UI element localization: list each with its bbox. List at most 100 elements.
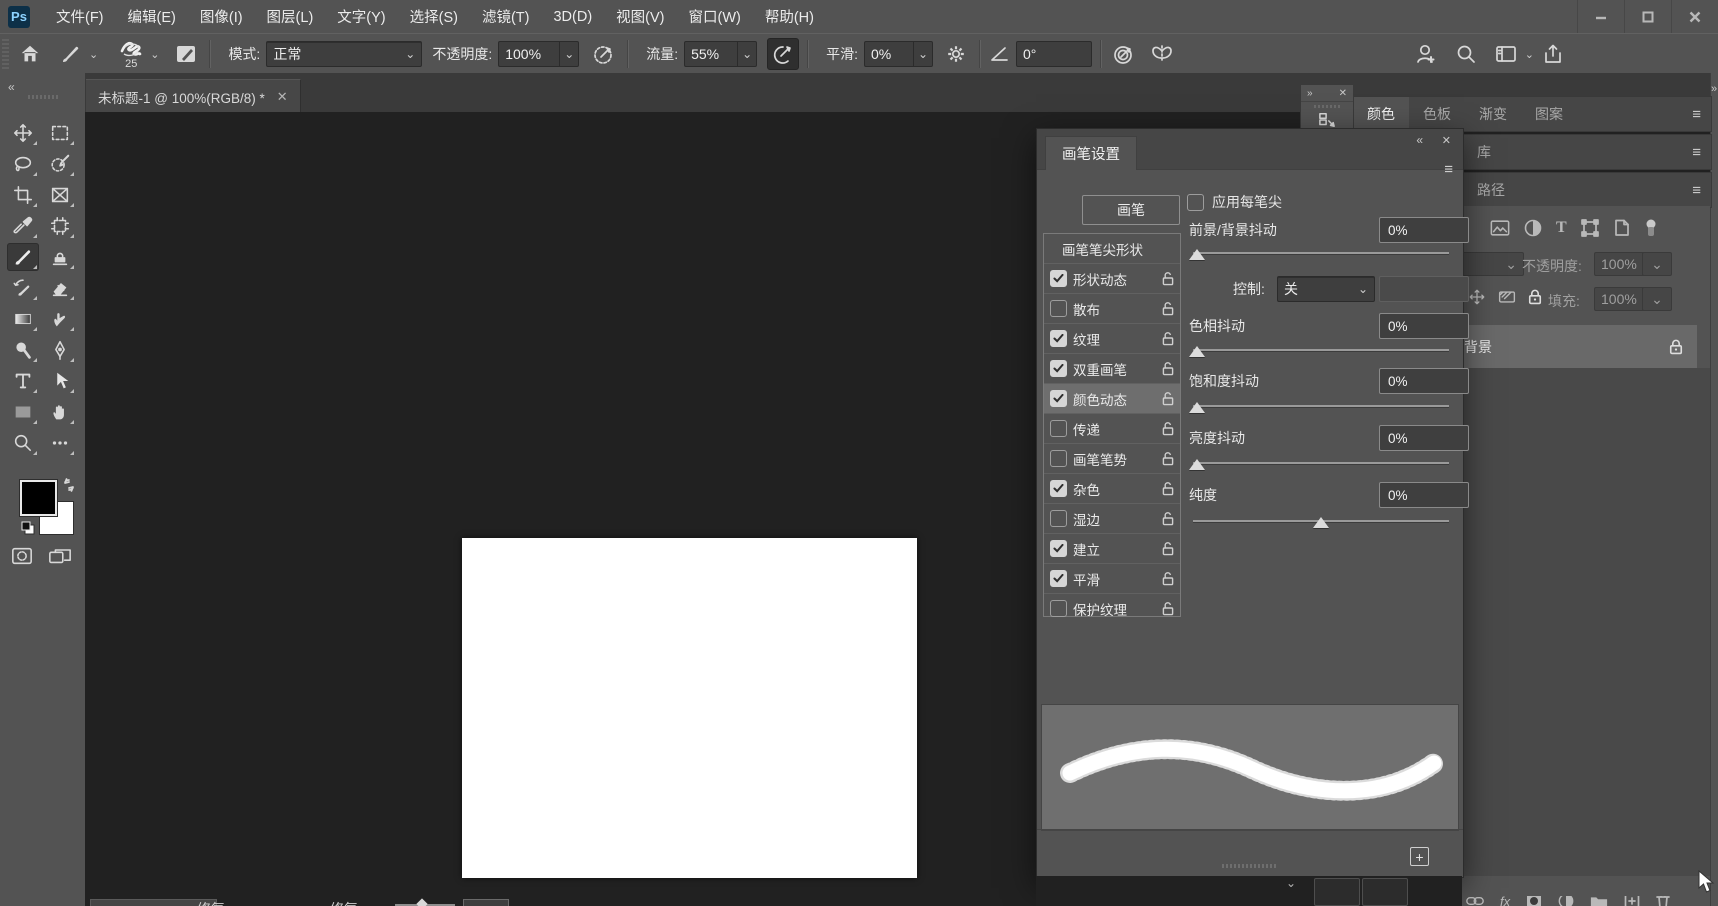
hidden-control-box[interactable]: [1314, 878, 1360, 906]
layer-row-background[interactable]: 背景: [1462, 325, 1697, 368]
menu-edit[interactable]: 编辑(E): [116, 0, 188, 33]
zoom-tool[interactable]: [7, 429, 39, 457]
expand-dock-icon[interactable]: »: [1711, 83, 1717, 95]
menu-type[interactable]: 文字(Y): [325, 0, 397, 33]
collapse-panel-icon[interactable]: «: [1416, 133, 1423, 147]
checkbox[interactable]: [1050, 510, 1067, 527]
apply-per-tip-checkbox[interactable]: [1187, 194, 1204, 211]
toggle-brush-settings-icon[interactable]: [171, 39, 201, 69]
tab-brush-settings[interactable]: 画笔设置: [1045, 136, 1137, 170]
unlock-icon[interactable]: [1162, 272, 1174, 286]
hue-jitter-value[interactable]: 0%: [1379, 313, 1469, 339]
delete-layer-icon[interactable]: [1656, 896, 1670, 906]
eyedropper-tool[interactable]: [7, 212, 39, 240]
screen-mode-icon[interactable]: [48, 546, 72, 566]
filter-image-icon[interactable]: [1490, 219, 1510, 237]
document-canvas[interactable]: [462, 538, 917, 878]
unlock-icon[interactable]: [1162, 302, 1174, 316]
tab-patterns[interactable]: 图案: [1521, 97, 1577, 131]
workspace-switcher-icon[interactable]: [1491, 39, 1521, 69]
path-selection-tool[interactable]: [44, 367, 76, 395]
object-selection-tool[interactable]: [44, 150, 76, 178]
dodge-tool[interactable]: [7, 336, 39, 364]
checkbox[interactable]: [1050, 300, 1067, 317]
brush-option-noise[interactable]: 杂色: [1044, 474, 1180, 504]
menu-filter[interactable]: 滤镜(T): [470, 0, 542, 33]
unlock-icon[interactable]: [1162, 512, 1174, 526]
chevron-down-icon[interactable]: ⌄: [1525, 48, 1534, 61]
flow-dropdown-icon[interactable]: ⌄: [738, 41, 757, 67]
healing-brush-tool[interactable]: [44, 212, 76, 240]
new-layer-icon[interactable]: [1624, 896, 1640, 906]
unlock-icon[interactable]: [1162, 452, 1174, 466]
checkbox[interactable]: [1050, 570, 1067, 587]
layer-mask-icon[interactable]: [1526, 896, 1542, 906]
unlock-icon[interactable]: [1162, 542, 1174, 556]
menu-file[interactable]: 文件(F): [44, 0, 116, 33]
filter-adjustment-icon[interactable]: [1524, 219, 1542, 237]
close-document-icon[interactable]: ✕: [277, 89, 288, 105]
close-button[interactable]: [1671, 0, 1718, 33]
swap-colors-icon[interactable]: [62, 478, 76, 492]
slider-thumb[interactable]: [1189, 249, 1205, 260]
panel-resize-grip[interactable]: [1222, 864, 1278, 868]
brush-option-dual-brush[interactable]: 双重画笔: [1044, 354, 1180, 384]
checkbox[interactable]: [1050, 330, 1067, 347]
edit-toolbar-ellipsis-icon[interactable]: [44, 429, 76, 457]
move-tool[interactable]: [7, 119, 39, 147]
panel-menu-icon[interactable]: ≡: [1692, 106, 1701, 123]
brush-option-smoothing[interactable]: 平滑: [1044, 564, 1180, 594]
lock-all-icon[interactable]: [1528, 289, 1542, 305]
unlock-icon[interactable]: [1162, 602, 1174, 616]
brush-option-brush-pose[interactable]: 画笔笔势: [1044, 444, 1180, 474]
brush-option-color-dynamics[interactable]: 颜色动态: [1044, 384, 1180, 414]
new-brush-icon[interactable]: +: [1410, 847, 1429, 866]
pressure-size-icon[interactable]: [1109, 39, 1139, 69]
brush-angle-input[interactable]: 0°: [1016, 41, 1092, 67]
checkbox[interactable]: [1050, 480, 1067, 497]
brush-option-transfer[interactable]: 传递: [1044, 414, 1180, 444]
unlock-icon[interactable]: [1162, 332, 1174, 346]
brush-option-scattering[interactable]: 散布: [1044, 294, 1180, 324]
type-tool[interactable]: [7, 367, 39, 395]
brush-option-protect-texture[interactable]: 保护纹理: [1044, 594, 1180, 623]
panel-grip[interactable]: [1314, 105, 1340, 108]
options-bar-grip[interactable]: [2, 39, 9, 69]
slider-thumb[interactable]: [1189, 346, 1205, 357]
slider-thumb[interactable]: [1189, 459, 1205, 470]
frame-tool[interactable]: [44, 181, 76, 209]
checkbox[interactable]: [1050, 270, 1067, 287]
blend-mode-select[interactable]: 正常 ⌄: [266, 41, 422, 67]
checkbox[interactable]: [1050, 420, 1067, 437]
tab-color[interactable]: 颜色: [1353, 97, 1409, 131]
saturation-jitter-value[interactable]: 0%: [1379, 368, 1469, 394]
unlock-icon[interactable]: [1162, 572, 1174, 586]
rectangle-tool[interactable]: [7, 398, 39, 426]
crop-tool[interactable]: [7, 181, 39, 209]
menu-help[interactable]: 帮助(H): [753, 0, 826, 33]
expand-panel-icon[interactable]: »: [1307, 88, 1313, 99]
account-icon[interactable]: [1411, 39, 1441, 69]
filter-shape-icon[interactable]: [1581, 219, 1599, 237]
menu-view[interactable]: 视图(V): [604, 0, 676, 33]
new-group-icon[interactable]: [1590, 896, 1608, 906]
fg-bg-jitter-slider[interactable]: [1193, 248, 1449, 260]
brightness-jitter-value[interactable]: 0%: [1379, 425, 1469, 451]
smoothing-options-gear-icon[interactable]: [941, 39, 971, 69]
unlock-icon[interactable]: [1162, 422, 1174, 436]
home-icon[interactable]: [15, 39, 45, 69]
menu-window[interactable]: 窗口(W): [677, 0, 753, 33]
chevron-down-icon[interactable]: ⌄: [150, 48, 159, 61]
tool-preset-picker[interactable]: ⌄: [59, 42, 98, 66]
brush-option-wet-edges[interactable]: 湿边: [1044, 504, 1180, 534]
pen-tool[interactable]: [44, 336, 76, 364]
minimize-button[interactable]: [1577, 0, 1624, 33]
collapse-tools-icon[interactable]: «: [8, 80, 15, 94]
tab-paths[interactable]: 路径: [1463, 173, 1519, 207]
status-slider-thumb[interactable]: [416, 898, 427, 906]
unlock-icon[interactable]: [1162, 392, 1174, 406]
fg-bg-jitter-value[interactable]: 0%: [1379, 217, 1469, 243]
checkbox[interactable]: [1050, 450, 1067, 467]
brightness-jitter-slider[interactable]: [1193, 458, 1449, 470]
filter-pin-toggle-icon[interactable]: [1644, 218, 1658, 238]
